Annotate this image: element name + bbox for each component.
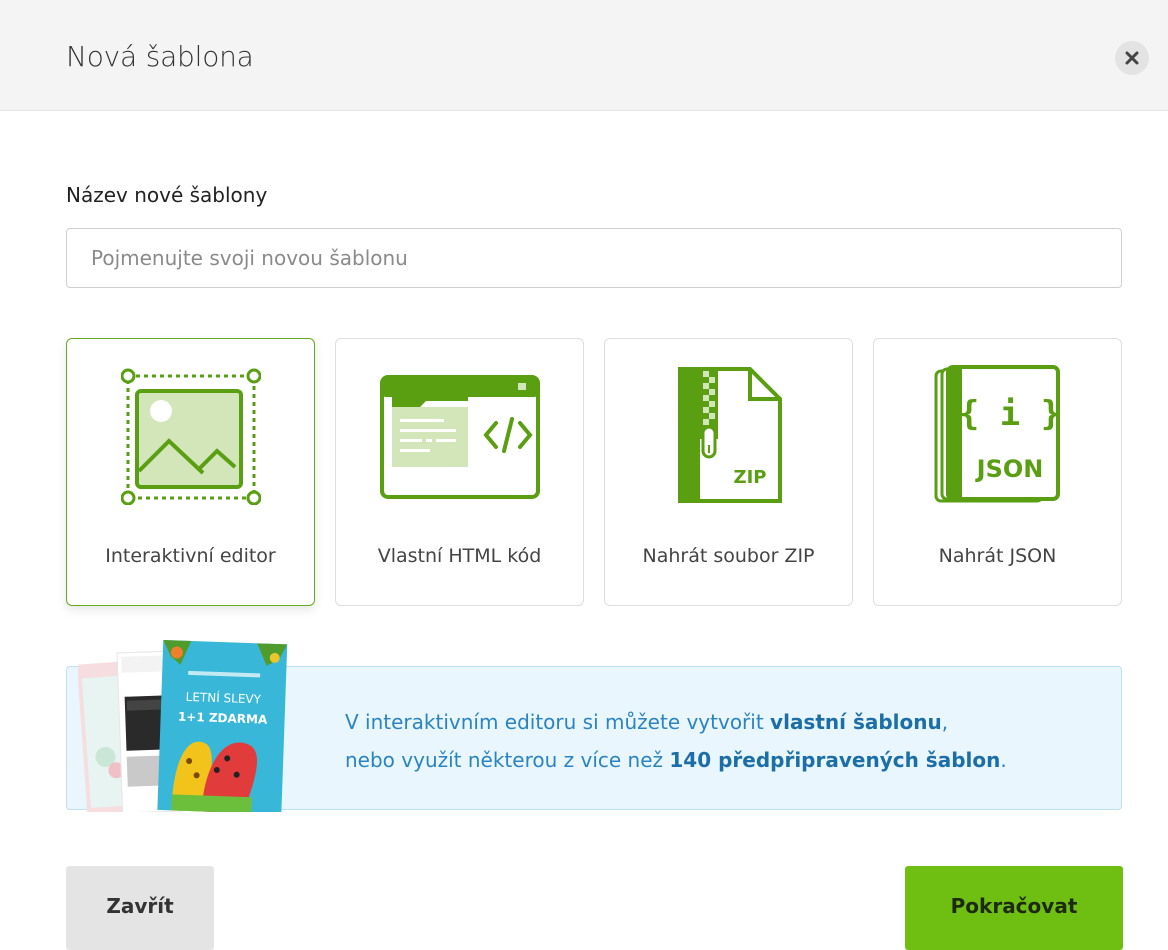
- dialog-title: Nová šablona: [66, 40, 254, 73]
- template-name-input[interactable]: [66, 228, 1122, 288]
- info-highlight-template-count: 140 předpřipravených šablon: [669, 748, 1001, 772]
- template-thumbnails-image: LETNÍ SLEVY 1+1 ZDARMA: [76, 640, 288, 815]
- template-thumbnails: LETNÍ SLEVY 1+1 ZDARMA: [76, 636, 288, 815]
- option-upload-zip[interactable]: ZIP Nahrát soubor ZIP: [604, 338, 853, 606]
- option-label: Vlastní HTML kód: [377, 545, 542, 567]
- close-button[interactable]: [1115, 41, 1149, 75]
- zip-file-icon: ZIP: [677, 367, 782, 503]
- template-type-options: Interaktivní editor Vlastní HTML kód ZIP…: [66, 338, 1122, 606]
- thumb-text-1: LETNÍ SLEVY: [185, 689, 261, 707]
- json-icon-text: JSON: [974, 455, 1043, 483]
- option-custom-html[interactable]: Vlastní HTML kód: [335, 338, 584, 606]
- info-text: V interaktivním editoru si můžete vytvoř…: [345, 710, 1007, 772]
- info-highlight-custom-template: vlastní šablonu: [770, 710, 942, 734]
- continue-button[interactable]: Pokračovat: [905, 866, 1123, 950]
- close-icon: [1125, 51, 1139, 65]
- zip-icon-text: ZIP: [733, 467, 766, 488]
- option-upload-json[interactable]: { i } JSON Nahrát JSON: [873, 338, 1122, 606]
- option-label: Nahrát soubor ZIP: [642, 545, 815, 567]
- option-label: Interaktivní editor: [105, 545, 276, 567]
- close-dialog-button[interactable]: Zavřít: [66, 866, 214, 950]
- json-file-icon: { i } JSON: [934, 365, 1061, 503]
- template-name-label: Název nové šablony: [66, 183, 268, 207]
- json-braces-text: { i }: [958, 394, 1060, 434]
- image-editor-icon: [120, 368, 261, 506]
- dialog-header: Nová šablona: [0, 0, 1168, 111]
- option-label: Nahrát JSON: [938, 545, 1057, 567]
- option-interactive-editor[interactable]: Interaktivní editor: [66, 338, 315, 606]
- html-code-icon: [379, 375, 540, 499]
